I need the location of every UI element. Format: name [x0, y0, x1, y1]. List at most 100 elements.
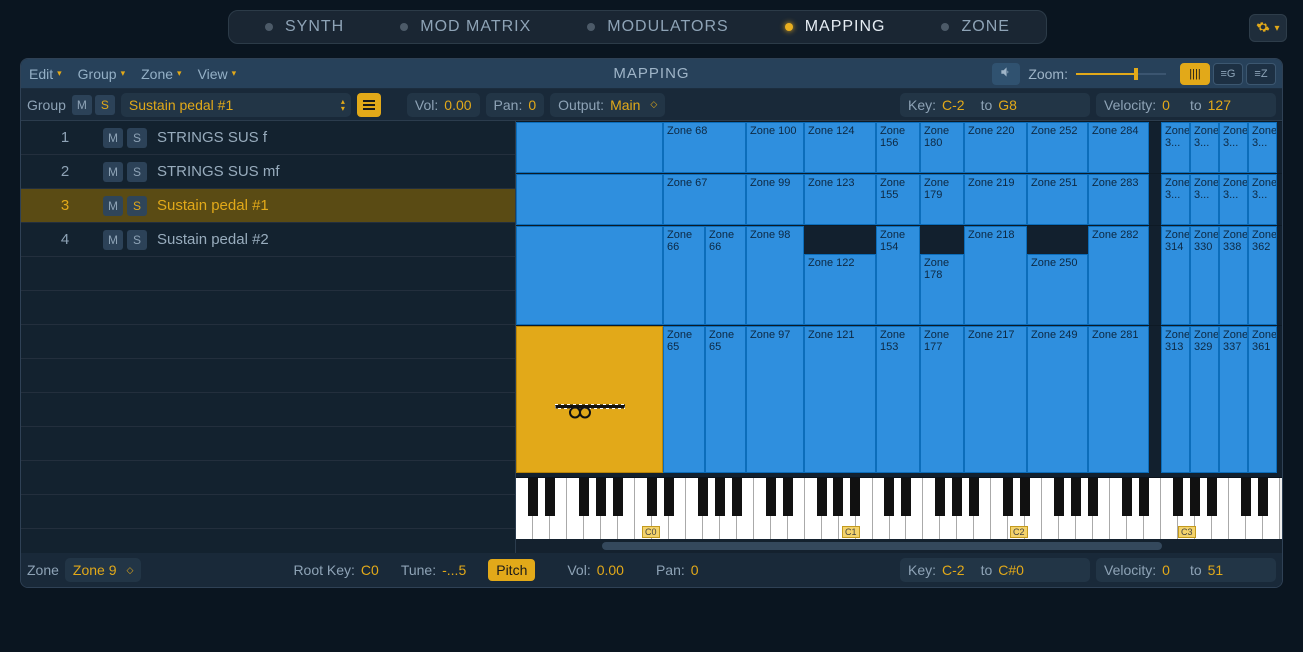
zone-cell[interactable]: Zone 314 [1161, 226, 1190, 325]
tab-modulators[interactable]: MODULATORS [559, 11, 756, 43]
zone-key-range-box[interactable]: Key: C-2 to C#0 [900, 558, 1090, 582]
zone-cell[interactable] [516, 174, 663, 225]
zone-cell[interactable]: Zone 362 [1248, 226, 1277, 325]
pan-value[interactable]: 0 [691, 562, 699, 578]
zone-cell[interactable]: Zone 65 [705, 326, 746, 473]
zone-cell[interactable]: Zone 281 [1088, 326, 1149, 473]
zone-cell[interactable]: Zone 218 [964, 226, 1027, 325]
zone-cell[interactable]: Zone 250 [1027, 254, 1088, 325]
solo-button[interactable]: S [127, 128, 147, 148]
zone-cell[interactable] [516, 226, 663, 325]
zone-cell[interactable]: Zone 68 [663, 122, 746, 173]
zone-cell[interactable]: Zone 361 [1248, 326, 1277, 473]
menu-view[interactable]: View▾ [190, 66, 245, 82]
keyboard[interactable]: C0C1C2C3 [516, 477, 1282, 539]
tab-zone[interactable]: ZONE [913, 11, 1037, 43]
zone-cell[interactable]: Zone 252 [1027, 122, 1088, 173]
group-mute-button[interactable]: M [72, 95, 92, 115]
group-list-row[interactable]: 1MSSTRINGS SUS f [21, 121, 515, 155]
zone-cell[interactable]: Zone 155 [876, 174, 920, 225]
zone-cell[interactable]: Zone 123 [804, 174, 876, 225]
pan-box[interactable]: Pan:0 [486, 93, 545, 117]
zoom-slider[interactable] [1076, 64, 1166, 84]
zone-cell[interactable]: Zone 153 [876, 326, 920, 473]
zone-cell[interactable]: Zone 3... [1248, 174, 1277, 225]
zone-cell[interactable]: Zone 3... [1161, 174, 1190, 225]
mute-button[interactable]: M [103, 162, 123, 182]
list-view-button[interactable] [357, 93, 381, 117]
zone-cell[interactable]: Zone 3... [1161, 122, 1190, 173]
zone-cell[interactable]: Zone 97 [746, 326, 804, 473]
zone-cell[interactable]: Zone 177 [920, 326, 964, 473]
group-list-row[interactable]: 2MSSTRINGS SUS mf [21, 155, 515, 189]
zone-cell[interactable]: Zone 219 [964, 174, 1027, 225]
solo-button[interactable]: S [127, 230, 147, 250]
zone-cell[interactable]: Zone 3... [1190, 174, 1219, 225]
zone-cell[interactable]: Zone 66 [663, 226, 705, 325]
zone-cell[interactable]: Zone 284 [1088, 122, 1149, 173]
zone-cell[interactable]: Zone 249 [1027, 326, 1088, 473]
vol-value[interactable]: 0.00 [597, 562, 624, 578]
zone-cell[interactable]: Zone 313 [1161, 326, 1190, 473]
zone-cell[interactable]: Zone 283 [1088, 174, 1149, 225]
rootkey-value[interactable]: C0 [361, 562, 379, 578]
zone-cell[interactable]: Zone 329 [1190, 326, 1219, 473]
tab-synth[interactable]: SYNTH [237, 11, 372, 43]
preview-audio-button[interactable] [992, 63, 1020, 85]
zone-cell[interactable]: Zone 179 [920, 174, 964, 225]
zone-cell[interactable]: Zone 3... [1248, 122, 1277, 173]
zone-cell[interactable]: Zone 66 [705, 226, 746, 325]
zone-cell[interactable]: Zone 98 [746, 226, 804, 325]
zone-cell[interactable]: Zone 282 [1088, 226, 1149, 325]
zone-cell[interactable]: Zone 178 [920, 254, 964, 325]
mute-button[interactable]: M [103, 128, 123, 148]
zone-cell[interactable]: Zone 122 [804, 254, 876, 325]
zone-cell[interactable]: Zone 220 [964, 122, 1027, 173]
zone-cell[interactable]: Zone 3... [1190, 122, 1219, 173]
zone-cell[interactable]: Zone 251 [1027, 174, 1088, 225]
solo-button[interactable]: S [127, 162, 147, 182]
vol-box[interactable]: Vol:0.00 [407, 93, 480, 117]
mute-button[interactable]: M [103, 196, 123, 216]
view-mode-zone-button[interactable]: ≡Z [1246, 63, 1276, 85]
tab-mapping[interactable]: MAPPING [757, 11, 914, 43]
zone-cell[interactable]: Zone 99 [746, 174, 804, 225]
zone-cell[interactable]: Zone 121 [804, 326, 876, 473]
tab-modmatrix[interactable]: MOD MATRIX [372, 11, 559, 43]
output-box[interactable]: Output:Main◇ [550, 93, 665, 117]
zone-name-selector[interactable]: Zone 9 ◇ [65, 558, 142, 582]
zone-cell[interactable]: Zone 156 [876, 122, 920, 173]
menu-group[interactable]: Group▾ [70, 66, 133, 82]
menu-edit[interactable]: Edit▾ [21, 66, 70, 82]
view-mode-group-button[interactable]: ≡G [1213, 63, 1243, 85]
view-mode-keys-button[interactable]: |||| [1180, 63, 1210, 85]
zone-cell[interactable]: Zone 180 [920, 122, 964, 173]
zone-cell[interactable] [516, 122, 663, 173]
zone-cell[interactable]: Zone 337 [1219, 326, 1248, 473]
zone-cell[interactable]: Zone 330 [1190, 226, 1219, 325]
group-list-row[interactable]: 4MSSustain pedal #2 [21, 223, 515, 257]
zone-cell[interactable]: Zone 3... [1219, 122, 1248, 173]
tune-value[interactable]: -...5 [442, 562, 466, 578]
group-solo-button[interactable]: S [95, 95, 115, 115]
solo-button[interactable]: S [127, 196, 147, 216]
zone-cell[interactable] [516, 326, 663, 473]
zone-cell[interactable]: Zone 217 [964, 326, 1027, 473]
velocity-range-box[interactable]: Velocity: 0 to 127 [1096, 93, 1276, 117]
key-range-box[interactable]: Key: C-2 to G8 [900, 93, 1090, 117]
zone-cell[interactable]: Zone 124 [804, 122, 876, 173]
zone-cell[interactable]: Zone 338 [1219, 226, 1248, 325]
zone-cell[interactable]: Zone 154 [876, 226, 920, 325]
zone-grid[interactable]: Zone 68Zone 100Zone 124Zone 156Zone 180Z… [516, 121, 1282, 477]
keyboard-scrollbar[interactable] [516, 539, 1282, 553]
zone-cell[interactable]: Zone 67 [663, 174, 746, 225]
zone-velocity-range-box[interactable]: Velocity: 0 to 51 [1096, 558, 1276, 582]
settings-button[interactable]: ▾ [1249, 14, 1287, 42]
group-list-row[interactable]: 3MSSustain pedal #1 [21, 189, 515, 223]
mute-button[interactable]: M [103, 230, 123, 250]
zone-cell[interactable]: Zone 65 [663, 326, 705, 473]
zone-cell[interactable]: Zone 3... [1219, 174, 1248, 225]
menu-zone[interactable]: Zone▾ [133, 66, 189, 82]
zone-cell[interactable]: Zone 100 [746, 122, 804, 173]
group-name-selector[interactable]: Sustain pedal #1 ▴▾ [121, 93, 351, 117]
